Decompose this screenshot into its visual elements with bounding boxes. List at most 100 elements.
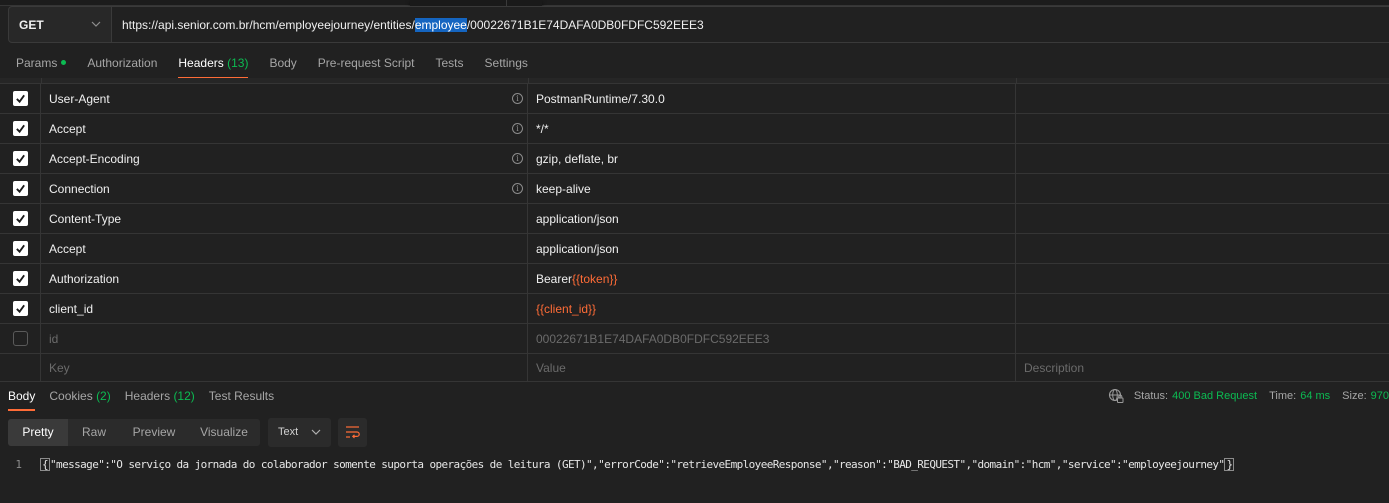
- value-placeholder: Value: [536, 360, 566, 375]
- key-cell[interactable]: Accept: [41, 234, 528, 263]
- description-cell[interactable]: [1016, 84, 1389, 113]
- header-enabled-checkbox[interactable]: [12, 181, 28, 196]
- description-cell[interactable]: [1016, 174, 1389, 203]
- value-cell[interactable]: PostmanRuntime/7.30.0: [528, 84, 1016, 113]
- key-cell[interactable]: id: [41, 324, 528, 353]
- new-value-input[interactable]: Value: [528, 354, 1016, 381]
- header-enabled-checkbox[interactable]: [12, 121, 28, 136]
- url-input[interactable]: https://api.senior.com.br/hcm/employeejo…: [112, 6, 1389, 43]
- header-enabled-checkbox[interactable]: [12, 91, 28, 106]
- key-cell[interactable]: Content-Type: [41, 204, 528, 233]
- view-mode-selector: Pretty Raw Preview Visualize: [8, 418, 260, 446]
- header-key: client_id: [49, 301, 94, 316]
- header-key: Authorization: [49, 271, 120, 286]
- header-enabled-checkbox[interactable]: [12, 271, 28, 286]
- key-cell[interactable]: client_id: [41, 294, 528, 323]
- view-visualize-button[interactable]: Visualize: [188, 419, 260, 446]
- description-cell[interactable]: [1016, 324, 1389, 353]
- header-enabled-checkbox[interactable]: [12, 211, 28, 226]
- wrap-lines-button[interactable]: [338, 417, 367, 447]
- header-value-variable: {{client_id}}: [536, 301, 597, 316]
- response-tab-headers[interactable]: Headers (12): [125, 382, 195, 410]
- key-cell[interactable]: User-Agent i: [41, 84, 528, 113]
- key-cell[interactable]: Accept i: [41, 114, 528, 143]
- header-key: Accept: [49, 121, 86, 136]
- value-cell[interactable]: application/json: [528, 234, 1016, 263]
- info-icon[interactable]: i: [512, 153, 523, 164]
- header-row: User-Agent i PostmanRuntime/7.30.0: [0, 84, 1389, 114]
- tab-params[interactable]: Params: [16, 48, 67, 78]
- key-cell[interactable]: Authorization: [41, 264, 528, 293]
- description-cell[interactable]: [1016, 114, 1389, 143]
- checkmark-icon: [15, 304, 25, 314]
- checkbox-cell: [0, 294, 41, 323]
- tab-settings[interactable]: Settings: [485, 48, 528, 78]
- view-preview-button[interactable]: Preview: [120, 419, 188, 446]
- info-icon[interactable]: i: [512, 93, 523, 104]
- format-label: Text: [278, 426, 299, 438]
- time-value[interactable]: 64 ms: [1300, 390, 1330, 402]
- value-cell[interactable]: 00022671B1E74DAFA0DB0FDFC592EEE3: [528, 324, 1016, 353]
- view-pretty-button[interactable]: Pretty: [8, 418, 68, 446]
- response-tab-body[interactable]: Body: [8, 382, 36, 411]
- network-globe-icon[interactable]: [1108, 388, 1124, 404]
- tab-label: Tests: [435, 56, 464, 70]
- description-cell[interactable]: [1016, 264, 1389, 293]
- response-body-editor[interactable]: 1 {"message":"O serviço da jornada do col…: [0, 455, 1235, 473]
- view-raw-button[interactable]: Raw: [68, 419, 120, 446]
- header-row: Authorization Bearer {{token}}: [0, 264, 1389, 294]
- description-cell[interactable]: [1016, 144, 1389, 173]
- description-cell[interactable]: [1016, 204, 1389, 233]
- header-row: client_id {{client_id}}: [0, 294, 1389, 324]
- format-select[interactable]: Text: [268, 417, 331, 447]
- size-value[interactable]: 970: [1371, 390, 1389, 402]
- value-cell[interactable]: {{client_id}}: [528, 294, 1016, 323]
- tab-pre-request-script[interactable]: Pre-request Script: [318, 48, 415, 78]
- value-cell[interactable]: Bearer {{token}}: [528, 264, 1016, 293]
- url-suffix: /00022671B1E74DAFA0DB0FDFC592EEE3: [466, 17, 704, 32]
- new-key-input[interactable]: Key: [41, 354, 528, 381]
- wrap-lines-icon: [345, 426, 360, 439]
- header-enabled-checkbox[interactable]: [12, 241, 28, 256]
- header-enabled-checkbox[interactable]: [12, 331, 28, 346]
- checkbox-cell: [0, 204, 41, 233]
- close-brace: }: [1224, 457, 1235, 471]
- key-cell[interactable]: Accept-Encoding i: [41, 144, 528, 173]
- request-tabs: Params Authorization Headers (13) Body P…: [0, 48, 549, 79]
- tab-authorization[interactable]: Authorization: [87, 48, 157, 78]
- checkbox-cell: [0, 264, 41, 293]
- header-row-disabled: id 00022671B1E74DAFA0DB0FDFC592EEE3: [0, 324, 1389, 354]
- checkmark-icon: [15, 124, 25, 134]
- header-enabled-checkbox[interactable]: [12, 151, 28, 166]
- tab-body[interactable]: Body: [269, 48, 296, 78]
- tab-label: Params: [16, 56, 58, 70]
- header-enabled-checkbox[interactable]: [12, 301, 28, 316]
- value-cell[interactable]: keep-alive: [528, 174, 1016, 203]
- checkbox-cell: [0, 234, 41, 263]
- tab-label: Pre-request Script: [317, 56, 415, 70]
- method-label: GET: [19, 17, 44, 32]
- response-tab-cookies[interactable]: Cookies (2): [49, 382, 110, 410]
- info-icon[interactable]: i: [512, 123, 523, 134]
- method-select[interactable]: GET: [8, 6, 112, 43]
- info-icon[interactable]: i: [512, 183, 523, 194]
- new-description-input[interactable]: Description: [1016, 354, 1389, 381]
- checkbox-cell: [0, 144, 41, 173]
- tab-label: Headers: [124, 389, 171, 403]
- description-cell[interactable]: [1016, 234, 1389, 263]
- tab-headers[interactable]: Headers (13): [178, 48, 249, 79]
- checkmark-icon: [15, 214, 25, 224]
- status-value[interactable]: 400 Bad Request: [1172, 390, 1257, 402]
- response-tab-test-results[interactable]: Test Results: [209, 382, 274, 410]
- key-placeholder: Key: [49, 360, 70, 375]
- value-cell[interactable]: */*: [528, 114, 1016, 143]
- tab-label: Authorization: [87, 56, 158, 70]
- value-cell[interactable]: application/json: [528, 204, 1016, 233]
- description-cell[interactable]: [1016, 294, 1389, 323]
- value-cell[interactable]: gzip, deflate, br: [528, 144, 1016, 173]
- header-value: */*: [536, 121, 549, 136]
- tab-tests[interactable]: Tests: [436, 48, 464, 78]
- checkmark-icon: [15, 94, 25, 104]
- key-cell[interactable]: Connection i: [41, 174, 528, 203]
- checkbox-cell: [0, 354, 41, 381]
